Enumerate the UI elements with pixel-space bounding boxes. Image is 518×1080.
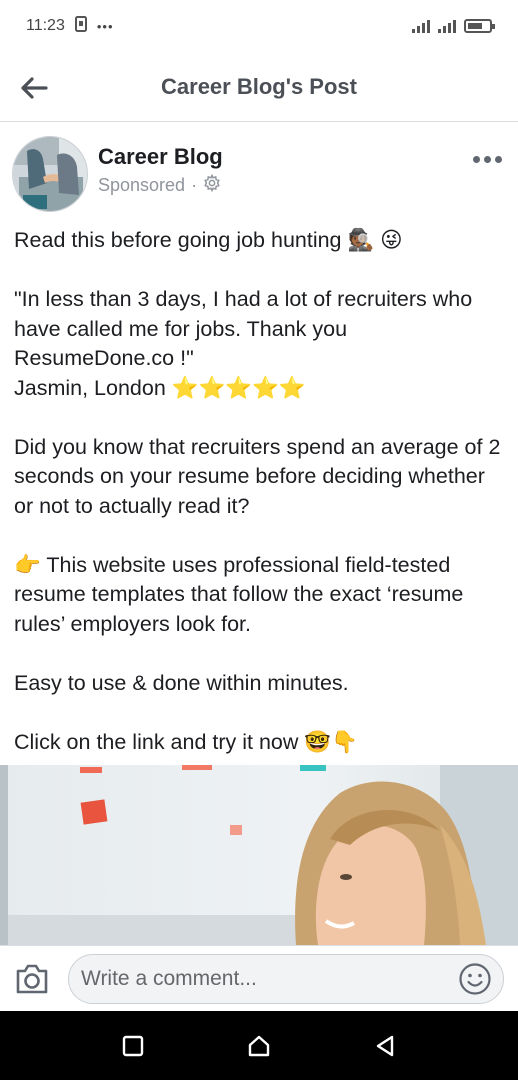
post-meta: Sponsored · — [98, 173, 221, 197]
status-bar: 11:23 ••• — [0, 0, 518, 52]
post-paragraph: 👉 This website uses professional field-t… — [14, 552, 464, 636]
home-icon — [248, 1035, 270, 1056]
page-name[interactable]: Career Blog — [98, 144, 223, 170]
more-dot — [484, 156, 491, 163]
post-paragraph: Easy to use & done within minutes. — [14, 670, 349, 695]
post-paragraph: Read this before going job hunting 🕵🏾 😜 — [14, 228, 403, 252]
notification-icon — [74, 15, 87, 37]
recent-apps-button[interactable] — [113, 1026, 153, 1066]
post-paragraph: "In less than 3 days, I had a lot of rec… — [14, 287, 473, 400]
post-body: Read this before going job hunting 🕵🏾 😜 … — [14, 226, 508, 757]
gear-icon[interactable] — [203, 173, 221, 197]
more-options-button[interactable] — [473, 156, 502, 163]
more-dot — [473, 156, 480, 163]
post-paragraph: Did you know that recruiters spend an av… — [14, 434, 501, 518]
comment-field[interactable] — [68, 953, 504, 1004]
comment-bar — [0, 945, 518, 1011]
smiley-icon — [459, 962, 491, 995]
system-nav-bar — [0, 1011, 518, 1080]
page-title: Career Blog's Post — [161, 73, 357, 99]
post-paragraph: Click on the link and try it now 🤓👇 — [14, 729, 358, 754]
camera-icon — [16, 964, 48, 993]
arrow-left-icon — [21, 77, 48, 99]
sponsored-label[interactable]: Sponsored — [98, 175, 185, 196]
emoji-button[interactable] — [457, 961, 493, 997]
signal-icon-2 — [438, 19, 456, 33]
status-time: 11:23 — [26, 17, 65, 34]
back-button[interactable] — [18, 72, 50, 104]
comment-input[interactable] — [81, 966, 457, 991]
post-image[interactable] — [0, 765, 518, 945]
home-button[interactable] — [239, 1026, 279, 1066]
page-avatar[interactable] — [12, 136, 88, 212]
post-header: Career Blog Sponsored · — [12, 136, 506, 216]
more-dot — [495, 156, 502, 163]
status-more-dots: ••• — [96, 18, 114, 34]
signal-icon — [412, 19, 430, 33]
triangle-back-icon — [376, 1035, 394, 1056]
system-back-button[interactable] — [365, 1026, 405, 1066]
battery-icon — [464, 19, 495, 33]
camera-button[interactable] — [14, 961, 50, 997]
meta-separator: · — [191, 175, 198, 195]
page-header: Career Blog's Post — [0, 52, 518, 122]
square-icon — [122, 1035, 144, 1056]
